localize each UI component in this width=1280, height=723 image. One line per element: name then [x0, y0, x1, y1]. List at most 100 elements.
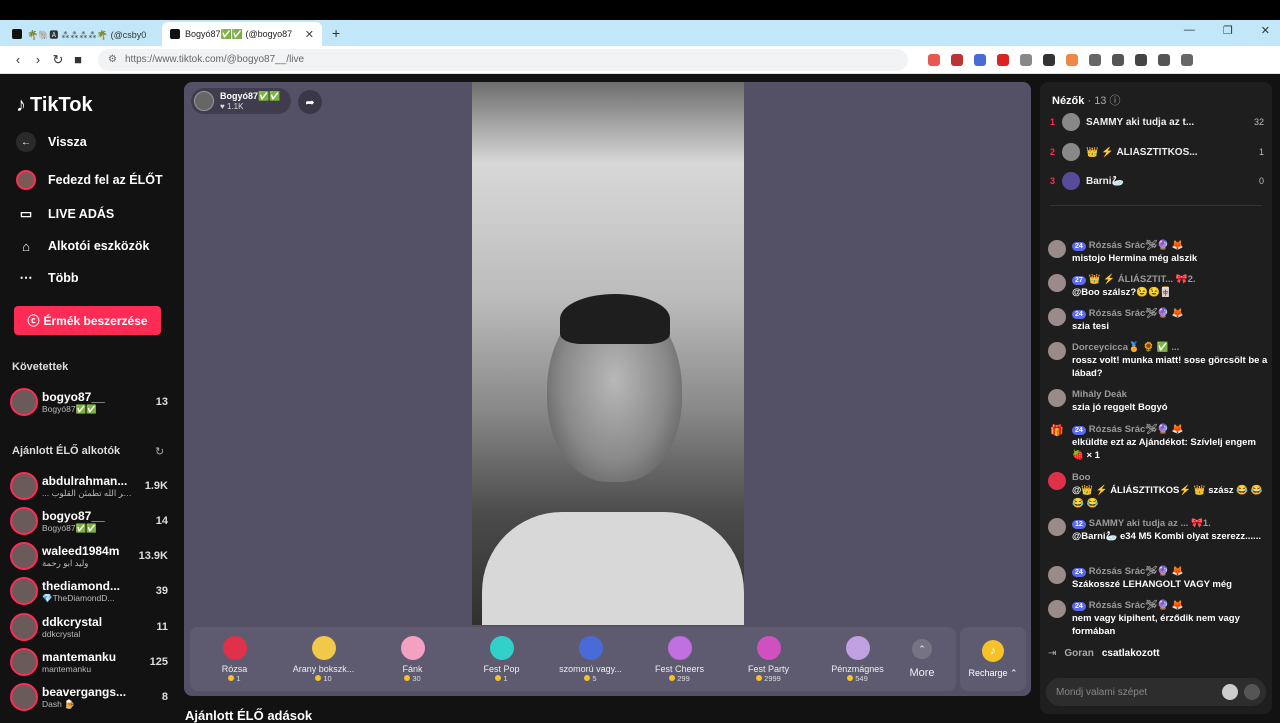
bookmark-icon[interactable]: ■: [68, 52, 88, 67]
close-window-icon[interactable]: ✕: [1261, 24, 1270, 37]
recommended-account[interactable]: waleed1984m وليد ابو رحمة 13.9K: [10, 540, 168, 572]
tiktok-page: ♪ TikTok ← Vissza Fedezd fel az ÉLŐT ▭ L…: [0, 74, 1280, 723]
gift-item[interactable]: szomorú vagy... 5: [546, 635, 635, 683]
puzzle-icon[interactable]: [1089, 53, 1101, 66]
recommended-account[interactable]: bogyo87__ Bogyó87✅✅ 14: [10, 505, 168, 537]
extensions-bar: [928, 53, 1193, 66]
send-icon[interactable]: [1244, 684, 1260, 700]
new-tab-icon[interactable]: +: [332, 25, 340, 41]
rose-icon: [222, 635, 247, 660]
extension-icon[interactable]: [1066, 53, 1078, 66]
tiktok-logo[interactable]: ♪ TikTok: [16, 94, 93, 117]
wallet-icon[interactable]: [1158, 53, 1170, 66]
avatar: [1048, 308, 1066, 326]
coin-icon: [669, 675, 676, 681]
tab-active[interactable]: Bogyó87✅✅ (@bogyo87 ✕: [162, 22, 322, 46]
coin-icon: [495, 675, 502, 681]
extension-icon[interactable]: [1043, 53, 1055, 66]
nav-creator-tools[interactable]: ⌂ Alkotói eszközök: [16, 236, 149, 256]
emoji-icon[interactable]: [1222, 684, 1238, 700]
chevron-up-icon: ⌃: [912, 639, 932, 659]
window-controls: — ❐ ✕: [1184, 24, 1270, 37]
gift-item[interactable]: Fest Cheers 299: [635, 635, 724, 683]
gift-item[interactable]: Fest Party 2999: [724, 635, 813, 683]
avatar: [16, 170, 36, 190]
nav-live[interactable]: ▭ LIVE ADÁS: [16, 204, 114, 224]
ranking-row[interactable]: 2 👑 ⚡ ÁLIÁSZTITKOS... 1: [1050, 140, 1264, 164]
recharge-button[interactable]: ♪ Recharge ⌃: [960, 627, 1026, 691]
ranking-row[interactable]: 3 Barni🦢 0: [1050, 169, 1264, 193]
browser-tab-strip: 🌴🐘🅰 ⁂⁂⁂⁂🌴 (@csby0 Bogyó87✅✅ (@bogyo87 ✕ …: [0, 20, 1280, 46]
gift-item[interactable]: Arany bokszk... 10: [279, 635, 368, 683]
fest-pop-icon: [489, 635, 514, 660]
gift-item[interactable]: Rózsa 1: [190, 635, 279, 683]
recommended-account[interactable]: abdulrahman...... ألا بذكر الله تطمئن ال…: [10, 470, 168, 502]
forward-icon[interactable]: ›: [28, 52, 48, 67]
info-icon[interactable]: ⓘ: [1110, 95, 1121, 107]
avatar: [1062, 143, 1080, 161]
live-video[interactable]: [472, 82, 744, 625]
gift-item[interactable]: Pénzmágnes 549: [813, 635, 902, 683]
refresh-icon[interactable]: ↻: [155, 445, 164, 458]
get-coins-button[interactable]: ⓒ Érmék beszerzése: [14, 306, 161, 335]
maximize-icon[interactable]: ❐: [1223, 24, 1233, 37]
chat-input[interactable]: Mondj valami szépet: [1046, 678, 1266, 706]
extension-icon[interactable]: [997, 53, 1009, 66]
extension-icon[interactable]: [974, 53, 986, 66]
host-likes: ♥ 1.1K: [220, 102, 244, 111]
viewers-header[interactable]: Nézők · 13 ⓘ: [1052, 92, 1121, 108]
menu-icon[interactable]: [1181, 53, 1193, 66]
fest-cheers-icon: [667, 635, 692, 660]
chat-message: Mihály Deák szia jó reggelt Bogyó: [1048, 389, 1270, 415]
recommended-account[interactable]: thediamond... 💎TheDiamondD... 39: [10, 575, 168, 607]
extension-icon[interactable]: [951, 53, 963, 66]
tab-inactive[interactable]: 🌴🐘🅰 ⁂⁂⁂⁂🌴 (@csby0: [4, 22, 162, 46]
minimize-icon[interactable]: —: [1184, 24, 1195, 37]
avatar: [10, 613, 38, 641]
close-tab-icon[interactable]: ✕: [305, 28, 314, 41]
ranking-row[interactable]: 1 SAMMY aki tudja az t... 32: [1050, 110, 1264, 134]
following-header: Követettek: [12, 361, 69, 373]
extension-icon[interactable]: [1020, 53, 1032, 66]
back-link[interactable]: ← Vissza: [16, 132, 87, 152]
recommended-header: Ajánlott ÉLŐ alkotók: [12, 445, 121, 457]
nav-more[interactable]: ⋯ Több: [16, 268, 79, 288]
recommended-account[interactable]: ddkcrystal ddkcrystal 11: [10, 611, 168, 643]
tiktok-favicon-icon: [170, 29, 180, 39]
chat-panel: Nézők · 13 ⓘ 1 SAMMY aki tudja az t... 32 …: [1040, 82, 1272, 714]
avatar: [1062, 113, 1080, 131]
nav-explore-live[interactable]: Fedezd fel az ÉLŐT: [16, 170, 163, 190]
avatar: [1048, 274, 1066, 292]
following-account[interactable]: bogyo87__ Bogyó87✅✅ 13: [10, 386, 168, 418]
coin-icon: [584, 675, 591, 681]
recommended-account[interactable]: beavergangs... Dash 🍺 8: [10, 681, 168, 713]
more-gifts-button[interactable]: ⌃ More: [902, 639, 942, 679]
site-info-icon[interactable]: ⚙: [108, 54, 117, 65]
avatar: [1048, 389, 1066, 407]
money-magnet-icon: [845, 635, 870, 660]
gift-item[interactable]: Fánk 30: [368, 635, 457, 683]
gift-item[interactable]: Fest Pop 1: [457, 635, 546, 683]
music-icon[interactable]: [1112, 53, 1124, 66]
avatar: [1048, 566, 1066, 584]
host-info[interactable]: Bogyó87✅✅ ♥ 1.1K: [191, 88, 291, 114]
brave-shield-icon[interactable]: [928, 53, 940, 66]
divider: [1050, 205, 1262, 206]
more-dots-icon: ⋯: [19, 270, 33, 285]
coin-icon: [315, 675, 322, 681]
reload-icon[interactable]: ↻: [48, 52, 68, 68]
recommended-account[interactable]: mantemanku mantemanku 125: [10, 646, 168, 678]
avatar: [10, 507, 38, 535]
sad-figure-icon: [578, 635, 603, 660]
back-icon[interactable]: ‹: [8, 52, 28, 67]
coin-icon: [756, 675, 763, 681]
sidebar: ♪ TikTok ← Vissza Fedezd fel az ÉLŐT ▭ L…: [0, 74, 178, 720]
share-icon[interactable]: ➦: [298, 90, 322, 114]
address-bar: ‹ › ↻ ■ ⚙ https://www.tiktok.com/@bogyo8…: [0, 46, 1280, 74]
url-field[interactable]: ⚙ https://www.tiktok.com/@bogyo87__/live: [98, 48, 908, 71]
url-text: https://www.tiktok.com/@bogyo87__/live: [124, 54, 305, 65]
tab-label: 🌴🐘🅰 ⁂⁂⁂⁂🌴 (@csby0: [27, 29, 147, 40]
avatar: [10, 472, 38, 500]
avatar: [10, 648, 38, 676]
sidebar-icon[interactable]: [1135, 53, 1147, 66]
